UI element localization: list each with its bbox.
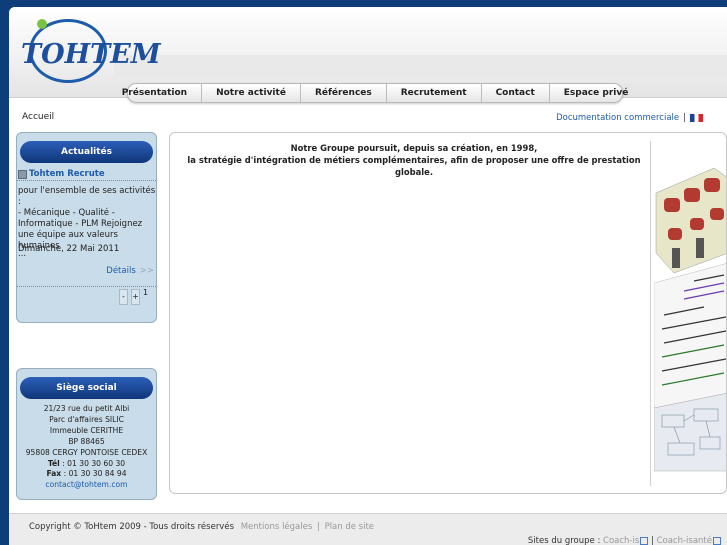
pager-plus-button[interactable]: + bbox=[131, 289, 140, 305]
intro-line-2: la stratégie d'intégration de métiers co… bbox=[187, 155, 641, 177]
news-panel: Actualités Tohtem Recrute pour l'ensembl… bbox=[16, 132, 157, 323]
logo-dot bbox=[37, 19, 47, 29]
news-line: pour l'ensemble de ses activités : bbox=[18, 186, 156, 207]
news-line: Informatique - PLM Rejoignez bbox=[18, 219, 143, 229]
address-line: 95808 CERGY PONTOISE CEDEX bbox=[25, 447, 148, 457]
link-separator: | bbox=[683, 113, 686, 123]
details-label[interactable]: Détails bbox=[106, 266, 135, 276]
siege-address: 21/23 rue du petit Albi Parc d'affaires … bbox=[17, 404, 156, 491]
copyright: Copyright © ToHtem 2009 - Tous droits ré… bbox=[29, 522, 374, 532]
building-icon bbox=[18, 169, 27, 179]
siege-panel: Siège social 21/23 rue du petit Albi Par… bbox=[16, 368, 157, 500]
nav-notre-activite[interactable]: Notre activité bbox=[202, 84, 301, 102]
nav-recrutement[interactable]: Recrutement bbox=[387, 84, 482, 102]
news-date: Dimanche, 22 Mai 2011 bbox=[18, 244, 120, 254]
divider bbox=[17, 286, 156, 287]
news-header: Actualités bbox=[20, 141, 153, 163]
fax-label: Fax bbox=[46, 469, 62, 479]
tel-value: : 01 30 30 60 30 bbox=[59, 458, 126, 468]
logo-text: TOHTEM bbox=[21, 39, 161, 70]
email-link[interactable]: contact@tohtem.com bbox=[17, 480, 156, 491]
sep-bar: | bbox=[316, 522, 320, 532]
news-title[interactable]: Tohtem Recrute bbox=[18, 169, 105, 179]
address-line: 21/23 rue du petit Albi bbox=[43, 404, 130, 413]
intro-line-1: Notre Groupe poursuit, depuis sa créatio… bbox=[290, 143, 538, 153]
page-frame: TOHTEM Présentation Notre activité Référ… bbox=[9, 7, 727, 545]
french-flag-icon[interactable] bbox=[690, 114, 703, 122]
news-title-text[interactable]: Tohtem Recrute bbox=[29, 169, 105, 179]
coach-is-link[interactable]: Coach-is bbox=[603, 536, 639, 545]
address-line: Parc d'affaires SILIC bbox=[49, 414, 124, 424]
nav-references[interactable]: Références bbox=[301, 84, 387, 102]
sitemap-link[interactable]: Plan de site bbox=[325, 522, 374, 532]
pager-page-number[interactable]: 1 bbox=[143, 289, 148, 305]
legal-link[interactable]: Mentions légales bbox=[241, 522, 313, 532]
site-footer: Copyright © ToHtem 2009 - Tous droits ré… bbox=[9, 513, 727, 545]
address-line: Immeuble CERITHE bbox=[49, 425, 124, 435]
fax-line: Fax : 01 30 30 84 94 bbox=[17, 469, 156, 480]
site-header: TOHTEM Présentation Notre activité Référ… bbox=[9, 7, 727, 103]
copyright-text: Copyright © ToHtem 2009 - Tous droits ré… bbox=[29, 522, 234, 532]
nav-espace-prive[interactable]: Espace privé bbox=[550, 84, 643, 102]
fax-value: : 01 30 30 84 94 bbox=[61, 469, 127, 479]
coach-isante-link[interactable]: Coach-isanté bbox=[657, 536, 712, 545]
top-links: Documentation commerciale | bbox=[556, 113, 703, 123]
external-link-icon bbox=[640, 536, 649, 545]
breadcrumb[interactable]: Accueil bbox=[22, 112, 54, 122]
details-link[interactable]: Détails >> bbox=[106, 266, 154, 276]
header-band bbox=[114, 55, 727, 77]
tel-line: Tél : 01 30 30 60 30 bbox=[17, 459, 156, 470]
intro-text: Notre Groupe poursuit, depuis sa créatio… bbox=[170, 142, 658, 178]
details-arrow-icon: >> bbox=[139, 266, 154, 276]
news-line: - Mécanique - Qualité - bbox=[18, 208, 115, 218]
address-line: BP 88465 bbox=[68, 436, 105, 446]
main-nav: Présentation Notre activité Références R… bbox=[122, 83, 628, 103]
pager-minus-button[interactable]: - bbox=[119, 289, 128, 305]
nav-presentation[interactable]: Présentation bbox=[108, 84, 203, 102]
nav-contact[interactable]: Contact bbox=[482, 84, 550, 102]
group-sep: | bbox=[651, 536, 654, 545]
external-link-icon bbox=[713, 536, 721, 545]
activity-montage-image bbox=[654, 153, 726, 473]
main-content: Notre Groupe poursuit, depuis sa créatio… bbox=[169, 132, 727, 494]
news-pager: - + 1 bbox=[119, 289, 148, 305]
group-sites: Sites du groupe : Coach-is | Coach-isant… bbox=[528, 536, 721, 545]
documentation-link[interactable]: Documentation commerciale bbox=[556, 113, 679, 123]
vertical-divider bbox=[650, 141, 651, 486]
siege-header: Siège social bbox=[20, 377, 153, 399]
tohtem-logo[interactable]: TOHTEM bbox=[21, 17, 161, 89]
divider bbox=[17, 180, 156, 181]
tel-label: Tél bbox=[47, 458, 60, 468]
group-sites-label: Sites du groupe : bbox=[527, 536, 601, 545]
